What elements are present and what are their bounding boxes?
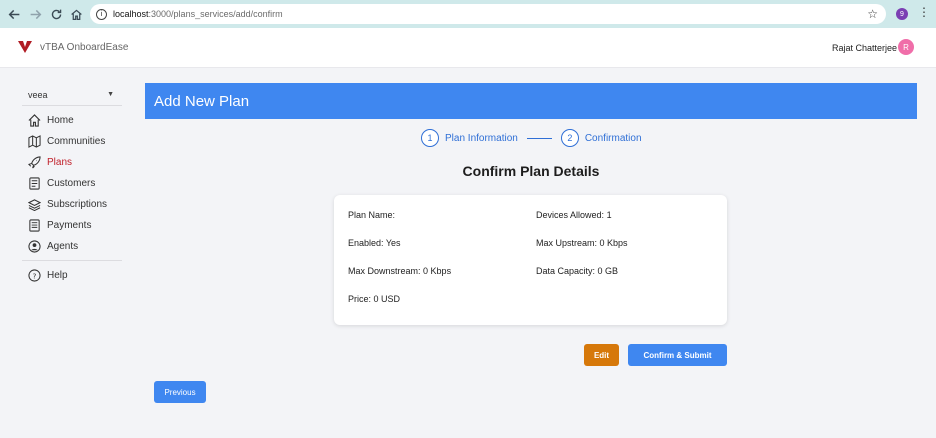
brand-name: vTBA OnboardEase [40, 42, 129, 53]
sidebar-item-payments[interactable]: Payments [22, 215, 122, 236]
field-value: 0 Kbps [423, 266, 452, 276]
field-price: Price: 0 USD [348, 294, 400, 304]
browser-toolbar: i localhost:3000/plans_services/add/conf… [0, 0, 936, 28]
help-icon: ? [28, 269, 41, 282]
field-label: Max Upstream: [536, 238, 598, 248]
org-select-value: veea [28, 89, 48, 100]
browser-profile-avatar[interactable]: 9 [896, 8, 908, 20]
sidebar-item-label: Subscriptions [47, 199, 108, 210]
confirm-submit-button[interactable]: Confirm & Submit [628, 344, 727, 366]
sidebar-item-home[interactable]: Home [22, 110, 122, 131]
back-icon[interactable] [3, 3, 25, 25]
sidebar-item-customers[interactable]: Customers [22, 173, 122, 194]
address-bar[interactable]: i localhost:3000/plans_services/add/conf… [90, 4, 886, 24]
user-name[interactable]: Rajat Chatterjee [832, 43, 897, 53]
sidebar-item-label: Communities [47, 136, 106, 147]
sidebar-item-label: Plans [47, 157, 73, 168]
sidebar: veea ▼ Home Communities Plans Customers … [22, 84, 122, 286]
previous-button[interactable]: Previous [154, 381, 206, 403]
chevron-down-icon: ▼ [107, 91, 114, 98]
step-1-label: Plan Information [445, 132, 518, 144]
bookmark-star-icon[interactable]: ☆ [867, 7, 878, 21]
sidebar-item-label: Customers [47, 178, 96, 189]
forward-icon[interactable] [24, 3, 46, 25]
site-info-icon[interactable]: i [96, 8, 107, 20]
user-avatar[interactable]: R [898, 39, 914, 55]
field-value: Yes [385, 238, 401, 248]
step-1-number: 1 [421, 129, 439, 147]
sidebar-item-label: Help [47, 270, 68, 281]
receipt-icon [28, 219, 41, 232]
sidebar-item-agents[interactable]: Agents [22, 236, 122, 257]
sidebar-item-label: Agents [47, 241, 79, 252]
stepper: 1 Plan Information 2 Confirmation [421, 129, 642, 147]
field-max-downstream: Max Downstream: 0 Kbps [348, 266, 451, 276]
url-path: :3000/plans_services/add/confirm [148, 9, 283, 19]
plan-details-card: Plan Name: Devices Allowed: 1 Enabled: Y… [334, 195, 727, 325]
field-value: 1 [606, 210, 612, 220]
field-label: Data Capacity: [536, 266, 596, 276]
step-2-label: Confirmation [584, 132, 642, 144]
field-label: Plan Name: [348, 210, 396, 220]
field-max-upstream: Max Upstream: 0 Kbps [536, 238, 628, 248]
sidebar-item-label: Payments [47, 220, 92, 231]
sidebar-item-help[interactable]: ? Help [22, 265, 122, 286]
agent-icon [28, 240, 41, 253]
sidebar-divider [22, 260, 122, 261]
brand-logo-icon [18, 41, 32, 53]
sidebar-item-subscriptions[interactable]: Subscriptions [22, 194, 122, 215]
rocket-icon [28, 156, 41, 169]
sidebar-item-label: Home [47, 115, 74, 126]
step-2-number: 2 [560, 129, 579, 147]
url-host: localhost [113, 9, 149, 19]
svg-text:?: ? [33, 271, 37, 280]
field-label: Price: [348, 294, 372, 304]
field-value: 0 USD [373, 294, 401, 304]
page-title: Add New Plan [154, 92, 250, 110]
field-plan-name: Plan Name: [348, 210, 395, 220]
confirm-heading: Confirm Plan Details [462, 163, 600, 179]
sidebar-item-plans[interactable]: Plans [22, 152, 122, 173]
field-data-capacity: Data Capacity: 0 GB [536, 266, 618, 276]
sidebar-item-communities[interactable]: Communities [22, 131, 122, 152]
edit-button[interactable]: Edit [584, 344, 619, 366]
reload-icon[interactable] [45, 3, 67, 25]
map-icon [28, 135, 41, 148]
home-browser-icon[interactable] [65, 3, 87, 25]
customers-icon [28, 177, 41, 190]
app-header: vTBA OnboardEase Rajat Chatterjee R [0, 28, 936, 68]
field-label: Enabled: [348, 238, 384, 248]
page-title-banner: Add New Plan [145, 83, 917, 119]
field-value: 0 GB [597, 266, 619, 276]
browser-menu-icon[interactable]: ⋮ [918, 6, 930, 18]
field-enabled: Enabled: Yes [348, 238, 401, 248]
home-icon [28, 114, 41, 127]
field-value: 0 Kbps [599, 238, 628, 248]
layers-icon [28, 198, 41, 211]
field-label: Devices Allowed: [536, 210, 605, 220]
field-label: Max Downstream: [348, 266, 421, 276]
field-devices-allowed: Devices Allowed: 1 [536, 210, 612, 220]
org-select[interactable]: veea ▼ [22, 84, 122, 106]
step-connector [526, 137, 552, 139]
